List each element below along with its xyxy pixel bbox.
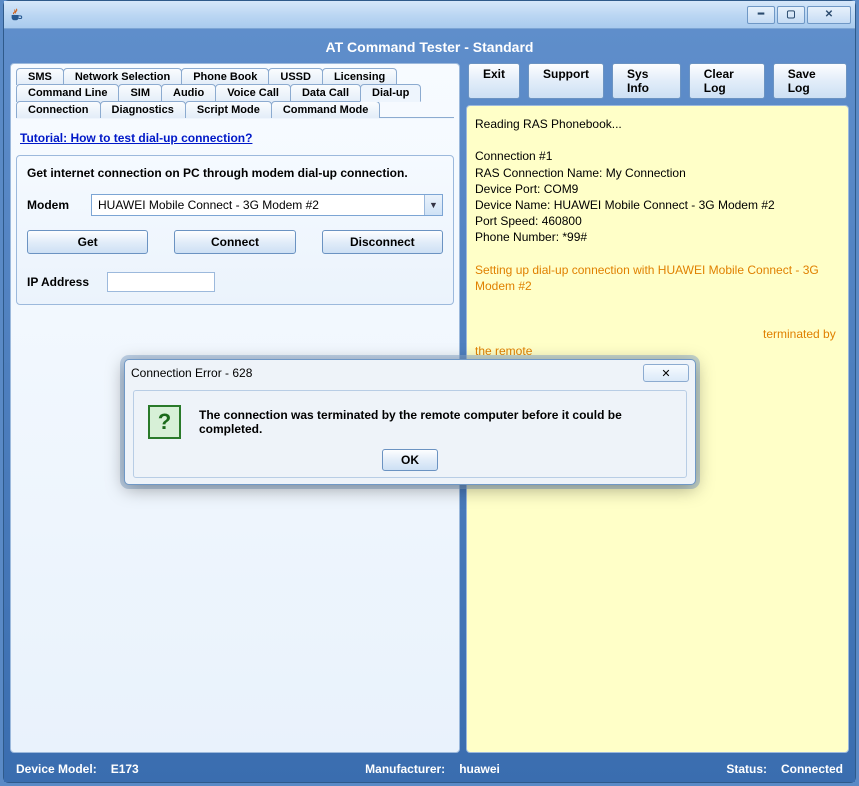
modem-combo-value: HUAWEI Mobile Connect - 3G Modem #2 xyxy=(92,198,424,212)
manufacturer-value: huawei xyxy=(459,762,500,776)
app-title: AT Command Tester - Standard xyxy=(10,35,849,63)
tab-data-call[interactable]: Data Call xyxy=(290,84,361,102)
manufacturer-label: Manufacturer: xyxy=(365,762,445,776)
tutorial-link[interactable]: Tutorial: How to test dial-up connection… xyxy=(16,125,454,155)
top-button-row: Exit Support Sys Info Clear Log Save Log xyxy=(466,63,849,99)
modem-combo[interactable]: HUAWEI Mobile Connect - 3G Modem #2 ▼ xyxy=(91,194,443,216)
app-window: ━ ▢ ✕ AT Command Tester - Standard SMS N… xyxy=(3,0,856,783)
connect-button[interactable]: Connect xyxy=(174,230,295,254)
tab-sms[interactable]: SMS xyxy=(16,68,64,85)
clear-log-button[interactable]: Clear Log xyxy=(689,63,765,99)
tab-sim[interactable]: SIM xyxy=(118,84,162,102)
dialog-title: Connection Error - 628 xyxy=(131,366,643,380)
tab-licensing[interactable]: Licensing xyxy=(322,68,397,85)
status-value: Connected xyxy=(781,762,843,776)
save-log-button[interactable]: Save Log xyxy=(773,63,847,99)
ip-label: IP Address xyxy=(27,275,107,289)
device-model-label: Device Model: xyxy=(16,762,97,776)
log-orange-tail: terminated by the remote xyxy=(475,327,839,357)
tab-script-mode[interactable]: Script Mode xyxy=(185,101,272,118)
titlebar: ━ ▢ ✕ xyxy=(4,1,855,29)
dialog-close-button[interactable]: ✕ xyxy=(643,364,689,382)
get-button[interactable]: Get xyxy=(27,230,148,254)
tab-connection[interactable]: Connection xyxy=(16,101,101,118)
dialog-ok-button[interactable]: OK xyxy=(382,449,438,471)
tab-network-selection[interactable]: Network Selection xyxy=(63,68,182,85)
tab-voice-call[interactable]: Voice Call xyxy=(215,84,291,102)
chevron-down-icon[interactable]: ▼ xyxy=(424,195,442,215)
java-cup-icon xyxy=(8,7,24,23)
connection-error-dialog: Connection Error - 628 ✕ ? The connectio… xyxy=(124,359,696,485)
minimize-button[interactable]: ━ xyxy=(747,6,775,24)
tab-ussd[interactable]: USSD xyxy=(268,68,323,85)
app-body: AT Command Tester - Standard SMS Network… xyxy=(4,29,855,782)
disconnect-button[interactable]: Disconnect xyxy=(322,230,443,254)
tab-audio[interactable]: Audio xyxy=(161,84,216,102)
tab-command-mode[interactable]: Command Mode xyxy=(271,101,381,118)
sys-info-button[interactable]: Sys Info xyxy=(612,63,681,99)
device-model-value: E173 xyxy=(111,762,139,776)
exit-button[interactable]: Exit xyxy=(468,63,520,99)
close-button[interactable]: ✕ xyxy=(807,6,851,24)
tab-phone-book[interactable]: Phone Book xyxy=(181,68,269,85)
tab-container: SMS Network Selection Phone Book USSD Li… xyxy=(16,68,454,119)
tab-command-line[interactable]: Command Line xyxy=(16,84,119,102)
tab-diagnostics[interactable]: Diagnostics xyxy=(100,101,186,118)
tab-dial-up[interactable]: Dial-up xyxy=(360,84,421,102)
status-bar: Device Model: E173 Manufacturer: huawei … xyxy=(10,759,849,776)
modem-label: Modem xyxy=(27,198,91,212)
ip-address-input[interactable] xyxy=(107,272,215,292)
support-button[interactable]: Support xyxy=(528,63,604,99)
window-controls: ━ ▢ ✕ xyxy=(745,6,851,24)
maximize-button[interactable]: ▢ xyxy=(777,6,805,24)
dialog-message: The connection was terminated by the rem… xyxy=(199,408,672,436)
dialup-group: Get internet connection on PC through mo… xyxy=(16,155,454,305)
status-label: Status: xyxy=(726,762,767,776)
group-title: Get internet connection on PC through mo… xyxy=(27,166,443,180)
question-icon: ? xyxy=(148,405,181,439)
